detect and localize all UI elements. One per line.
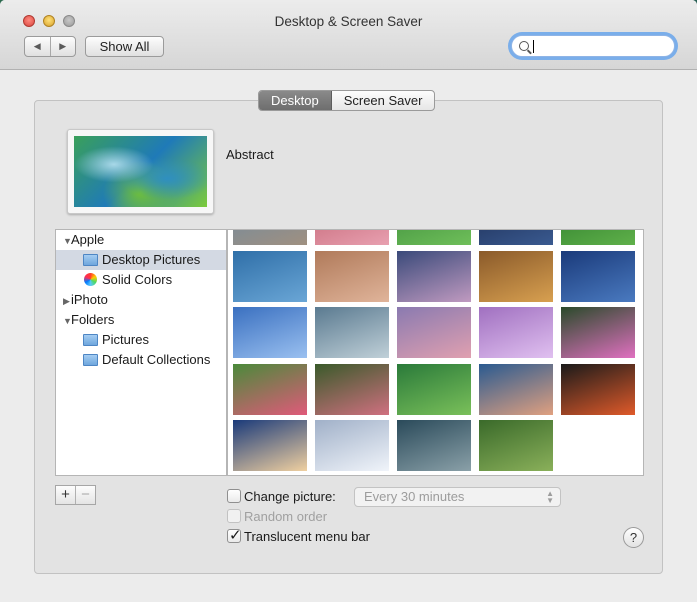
disclosure-closed-icon[interactable]: ▶ <box>63 291 71 311</box>
sidebar-item-folders[interactable]: ▼Folders <box>56 310 226 330</box>
sidebar-item-label: Apple <box>71 232 105 247</box>
change-picture-label: Change picture: <box>244 489 336 504</box>
thumbnail-pink-flower-partial[interactable] <box>315 230 389 245</box>
thumbnail-purple-haze[interactable] <box>479 307 553 358</box>
disclosure-open-icon[interactable]: ▼ <box>63 231 72 251</box>
back-forward-control: ◀ ▶ <box>24 36 76 57</box>
thumbnail-color-prism[interactable] <box>561 364 635 415</box>
folder-icon <box>83 334 98 346</box>
thumbnail-rice-terraces[interactable] <box>397 364 471 415</box>
thumbnail-earth-horizon[interactable] <box>233 420 307 471</box>
text-cursor <box>533 39 534 53</box>
system-preferences-window: Desktop & Screen Saver ◀ ▶ Show All Desk… <box>0 0 697 602</box>
thumbnail-abstract-blue-partial[interactable] <box>233 230 307 245</box>
interval-value: Every 30 minutes <box>364 489 465 504</box>
translucent-menu-bar-label: Translucent menu bar <box>244 529 370 544</box>
color-wheel-icon <box>84 273 97 286</box>
sidebar-item-default-collections[interactable]: Default Collections <box>56 350 226 370</box>
popup-arrows-icon: ▲ ▼ <box>546 489 554 505</box>
sidebar-item-apple[interactable]: ▼Apple <box>56 230 226 250</box>
remove-folder-button[interactable]: − <box>76 486 95 504</box>
sidebar-item-desktop-pictures[interactable]: Desktop Pictures <box>56 250 226 270</box>
sidebar-item-pictures[interactable]: Pictures <box>56 330 226 350</box>
sidebar-item-label: iPhoto <box>71 292 108 307</box>
window-title: Desktop & Screen Saver <box>274 14 423 29</box>
current-picture-image <box>74 136 207 207</box>
disclosure-open-icon[interactable]: ▼ <box>63 311 72 331</box>
change-picture-checkbox[interactable] <box>227 489 241 503</box>
search-icon <box>519 41 529 51</box>
random-order-label: Random order <box>244 509 328 524</box>
thumbnail-snow-drifts[interactable] <box>315 420 389 471</box>
thumbnail-mountain-lake[interactable] <box>397 251 471 302</box>
thumbnail-galaxy[interactable] <box>561 251 635 302</box>
sidebar-item-iphoto[interactable]: ▶iPhoto <box>56 290 226 310</box>
sidebar-item-label: Folders <box>71 312 115 327</box>
thumbnail-water-droplets[interactable] <box>233 251 307 302</box>
thumbnail-blue-night-partial[interactable] <box>479 230 553 245</box>
thumbnail-lion[interactable] <box>479 251 553 302</box>
sidebar-item-label: Desktop Pictures <box>102 252 201 267</box>
tab-screen-saver[interactable]: Screen Saver <box>332 91 435 110</box>
tab-bar: Desktop Screen Saver <box>258 90 436 111</box>
sidebar-item-label: Pictures <box>102 332 149 347</box>
thumbnail-berries[interactable] <box>315 364 389 415</box>
thumbnail-green-grass-partial[interactable] <box>397 230 471 245</box>
forward-arrow-icon[interactable]: ▶ <box>51 37 76 56</box>
thumbnail-storm-clouds[interactable] <box>397 420 471 471</box>
thumbnail-tree-island[interactable] <box>315 251 389 302</box>
current-picture-name: Abstract <box>226 147 274 162</box>
random-order-checkbox[interactable] <box>227 509 241 523</box>
thumbnail-grid <box>227 229 644 476</box>
add-folder-button[interactable]: + <box>56 486 76 504</box>
thumbnail-green-field-partial[interactable] <box>561 230 635 245</box>
add-remove-control: + − <box>55 485 96 505</box>
show-all-button[interactable]: Show All <box>85 36 164 57</box>
sidebar-item-label: Default Collections <box>102 352 211 367</box>
help-button[interactable]: ? <box>623 527 644 548</box>
thumbnail-misty-hills[interactable] <box>315 307 389 358</box>
back-arrow-icon[interactable]: ◀ <box>25 37 51 56</box>
thumbnail-zebras[interactable] <box>479 420 553 471</box>
translucent-menu-bar-checkbox[interactable] <box>227 526 242 544</box>
thumbnail-moon-sky[interactable] <box>233 307 307 358</box>
folder-icon <box>83 254 98 266</box>
thumbnail-pink-poppies[interactable] <box>233 364 307 415</box>
change-interval-popup[interactable]: Every 30 minutes ▲ ▼ <box>354 487 561 507</box>
sidebar-item-label: Solid Colors <box>102 272 173 287</box>
thumbnail-lotus[interactable] <box>561 307 635 358</box>
source-list: ▼Apple Desktop Pictures Solid Colors ▶iP… <box>55 229 227 476</box>
current-picture-well[interactable] <box>67 129 214 214</box>
folder-icon <box>83 354 98 366</box>
tab-desktop[interactable]: Desktop <box>259 91 332 110</box>
thumbnail-mount-fuji[interactable] <box>397 307 471 358</box>
titlebar: Desktop & Screen Saver ◀ ▶ Show All <box>0 0 697 70</box>
search-field[interactable] <box>511 35 675 57</box>
thumbnail-ocean-wave[interactable] <box>479 364 553 415</box>
sidebar-item-solid-colors[interactable]: Solid Colors <box>56 270 226 290</box>
